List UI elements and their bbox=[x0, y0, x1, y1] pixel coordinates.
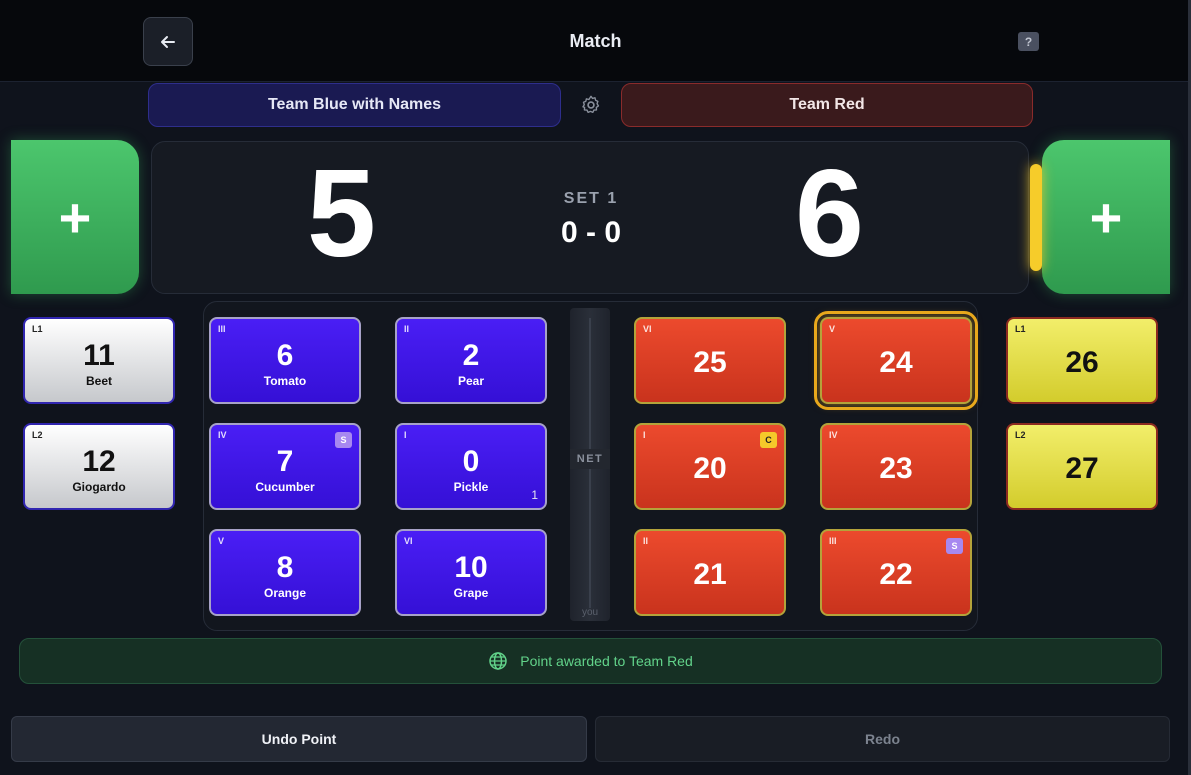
player-number: 7 bbox=[276, 445, 294, 478]
set-label: SET 1 bbox=[563, 190, 619, 207]
setter-badge: S bbox=[335, 432, 352, 448]
player-name: Grape bbox=[453, 586, 489, 600]
player-position: IV bbox=[829, 430, 838, 440]
player-position: L1 bbox=[32, 324, 43, 334]
player-name: Orange bbox=[263, 586, 306, 600]
globe-icon bbox=[489, 652, 507, 670]
player-position: V bbox=[829, 324, 836, 334]
net-label: NET bbox=[570, 449, 610, 469]
redo-button[interactable]: Redo bbox=[595, 716, 1170, 762]
status-toast: Point awarded to Team Red bbox=[19, 638, 1162, 684]
player-blue-orange[interactable]: V 8 Orange bbox=[209, 529, 361, 616]
player-position: L2 bbox=[1015, 430, 1026, 440]
player-number: 6 bbox=[276, 339, 294, 372]
player-position: II bbox=[404, 324, 410, 334]
player-blue-cucumber[interactable]: IV S 7 Cucumber bbox=[209, 423, 361, 510]
player-number: 0 bbox=[462, 445, 480, 478]
player-position: VI bbox=[404, 536, 413, 546]
help-button[interactable]: ? bbox=[1018, 32, 1039, 51]
player-name: Cucumber bbox=[255, 480, 315, 494]
player-number: 10 bbox=[454, 551, 488, 584]
player-name: Pear bbox=[457, 374, 485, 388]
player-red-25[interactable]: VI 25 bbox=[634, 317, 786, 404]
gear-icon[interactable] bbox=[580, 94, 602, 116]
player-red-24-serving[interactable]: V 24 bbox=[814, 311, 978, 410]
player-position: IV bbox=[218, 430, 227, 440]
add-point-blue-button[interactable]: + bbox=[11, 140, 139, 294]
player-blue-grape[interactable]: VI 10 Grape bbox=[395, 529, 547, 616]
player-number: 26 bbox=[1065, 346, 1099, 379]
player-number: 22 bbox=[879, 558, 913, 591]
you-label: you bbox=[581, 607, 599, 618]
player-red-20[interactable]: I C 20 bbox=[634, 423, 786, 510]
player-number: 12 bbox=[82, 445, 116, 478]
toast-message: Point awarded to Team Red bbox=[520, 653, 693, 669]
player-red-21[interactable]: II 21 bbox=[634, 529, 786, 616]
scoreboard: 5 SET 1 0 - 0 6 bbox=[151, 141, 1029, 294]
captain-badge: C bbox=[760, 432, 777, 448]
player-position: I bbox=[643, 430, 646, 440]
undo-point-button[interactable]: Undo Point bbox=[11, 716, 587, 762]
setter-badge: S bbox=[946, 538, 963, 554]
page-title: Match bbox=[569, 31, 622, 51]
player-count: 1 bbox=[531, 488, 538, 502]
player-number: 25 bbox=[693, 346, 727, 379]
player-position: I bbox=[404, 430, 407, 440]
bench-player-blue-l1[interactable]: L1 11 Beet bbox=[23, 317, 175, 404]
player-position: III bbox=[829, 536, 837, 546]
player-number: 24 bbox=[879, 346, 913, 379]
player-blue-pear[interactable]: II 2 Pear bbox=[395, 317, 547, 404]
team-blue-name[interactable]: Team Blue with Names bbox=[148, 83, 561, 127]
score-blue: 5 bbox=[307, 145, 376, 283]
player-blue-tomato[interactable]: III 6 Tomato bbox=[209, 317, 361, 404]
player-position: V bbox=[218, 536, 225, 546]
player-red-23[interactable]: IV 23 bbox=[820, 423, 972, 510]
player-red-22[interactable]: III S 22 bbox=[820, 529, 972, 616]
bench-player-red-l2[interactable]: L2 27 bbox=[1006, 423, 1158, 510]
player-position: L2 bbox=[32, 430, 43, 440]
bench-player-red-l1[interactable]: L1 26 bbox=[1006, 317, 1158, 404]
player-number: 20 bbox=[693, 452, 727, 485]
player-number: 27 bbox=[1065, 452, 1099, 485]
player-blue-pickle[interactable]: I 0 Pickle 1 bbox=[395, 423, 547, 510]
player-number: 8 bbox=[276, 551, 294, 584]
add-point-red-button[interactable]: + bbox=[1042, 140, 1170, 294]
bench-player-blue-l2[interactable]: L2 12 Giogardo bbox=[23, 423, 175, 510]
player-position: II bbox=[643, 536, 649, 546]
player-number: 11 bbox=[83, 339, 115, 372]
team-red-name[interactable]: Team Red bbox=[621, 83, 1033, 127]
header-bar: Match ? bbox=[0, 0, 1191, 82]
player-number: 23 bbox=[879, 452, 913, 485]
player-name: Tomato bbox=[263, 374, 307, 388]
player-position: III bbox=[218, 324, 226, 334]
player-number: 21 bbox=[693, 558, 727, 591]
player-name: Pickle bbox=[453, 480, 489, 494]
set-score: 0 - 0 bbox=[560, 216, 622, 249]
player-number: 2 bbox=[462, 339, 480, 372]
score-red: 6 bbox=[795, 145, 864, 283]
player-name: Beet bbox=[85, 374, 112, 388]
player-position: L1 bbox=[1015, 324, 1026, 334]
player-position: VI bbox=[643, 324, 652, 334]
serve-indicator bbox=[1030, 164, 1042, 271]
net: NET you bbox=[570, 308, 610, 621]
player-name: Giogardo bbox=[72, 480, 126, 494]
